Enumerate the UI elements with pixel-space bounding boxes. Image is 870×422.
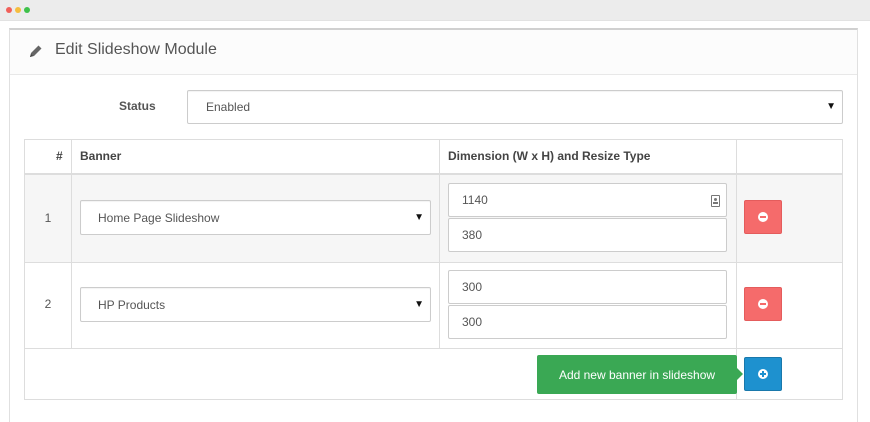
height-value: 380 bbox=[462, 228, 483, 242]
remove-banner-button-row-2[interactable] bbox=[744, 287, 782, 321]
panel-title: Edit Slideshow Module bbox=[55, 41, 217, 58]
pencil-icon bbox=[30, 45, 42, 57]
close-window-dot[interactable] bbox=[6, 7, 12, 13]
status-selected-value: Enabled bbox=[206, 100, 251, 114]
window-titlebar bbox=[0, 0, 870, 21]
banner-select-row-2[interactable]: HP Products ▼ bbox=[80, 287, 431, 322]
width-value: 1140 bbox=[462, 193, 488, 207]
minus-circle-icon bbox=[758, 299, 768, 309]
column-divider bbox=[71, 140, 72, 348]
column-header-banner: Banner bbox=[80, 149, 122, 163]
chevron-down-icon: ▼ bbox=[414, 211, 424, 223]
row-divider bbox=[25, 262, 842, 263]
add-banner-button[interactable] bbox=[744, 357, 782, 391]
height-value: 300 bbox=[462, 315, 483, 329]
panel-heading: Edit Slideshow Module bbox=[10, 30, 857, 75]
status-select[interactable]: Enabled ▼ bbox=[187, 90, 843, 124]
plus-circle-icon bbox=[758, 369, 768, 379]
chevron-down-icon: ▼ bbox=[826, 100, 836, 112]
minus-circle-icon bbox=[758, 212, 768, 222]
remove-banner-button-row-1[interactable] bbox=[744, 200, 782, 234]
row-divider bbox=[25, 348, 842, 349]
banner-select-value: Home Page Slideshow bbox=[98, 210, 220, 225]
header-divider bbox=[25, 173, 842, 175]
row-index: 1 bbox=[44, 211, 52, 225]
height-input-row-1[interactable]: 380 bbox=[448, 218, 727, 252]
banner-select-value: HP Products bbox=[98, 297, 166, 312]
contact-card-icon bbox=[711, 195, 720, 207]
row-index: 2 bbox=[44, 297, 52, 311]
width-input-row-2[interactable]: 300 bbox=[448, 270, 727, 304]
width-value: 300 bbox=[462, 280, 483, 294]
add-banner-tooltip: Add new banner in slideshow bbox=[537, 355, 743, 394]
maximize-window-dot[interactable] bbox=[24, 7, 30, 13]
tooltip-text: Add new banner in slideshow bbox=[558, 367, 716, 382]
banner-select-row-1[interactable]: Home Page Slideshow ▼ bbox=[80, 200, 431, 235]
width-input-row-1[interactable]: 1140 bbox=[448, 183, 727, 217]
column-header-index: # bbox=[56, 149, 63, 163]
column-header-dimension: Dimension (W x H) and Resize Type bbox=[448, 149, 651, 163]
status-label: Status bbox=[119, 99, 156, 113]
chevron-down-icon: ▼ bbox=[414, 298, 424, 310]
minimize-window-dot[interactable] bbox=[15, 7, 21, 13]
height-input-row-2[interactable]: 300 bbox=[448, 305, 727, 339]
column-divider bbox=[439, 140, 440, 348]
